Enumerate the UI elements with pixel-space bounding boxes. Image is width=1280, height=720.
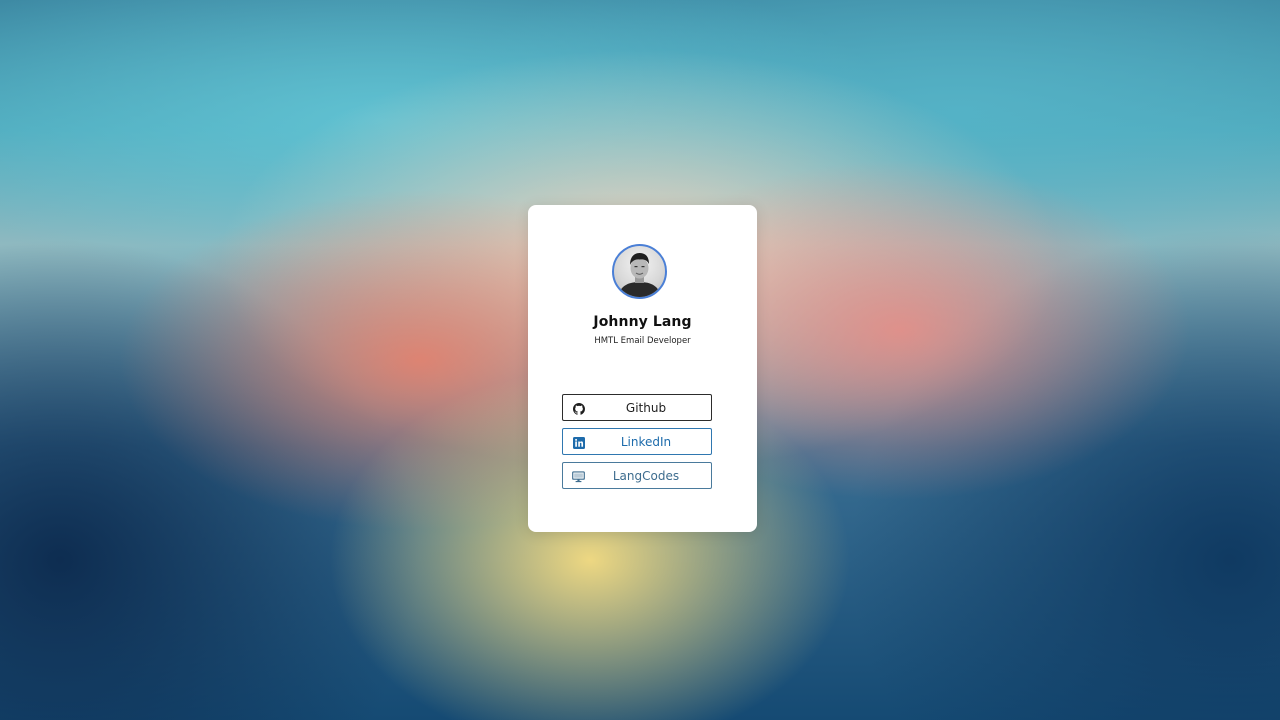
linkedin-label: LinkedIn — [620, 434, 672, 449]
profile-photo-icon — [618, 253, 661, 297]
profile-name: Johnny Lang — [593, 314, 692, 330]
profile-card: Johnny Lang HMTL Email Developer Github … — [528, 205, 757, 532]
github-button[interactable]: Github — [562, 394, 712, 421]
linkedin-icon — [572, 436, 585, 449]
monitor-icon — [572, 470, 585, 483]
profile-role: HMTL Email Developer — [594, 336, 691, 346]
linkedin-button[interactable]: LinkedIn — [562, 428, 712, 455]
avatar — [612, 244, 667, 299]
langcodes-label: LangCodes — [612, 468, 680, 483]
langcodes-button[interactable]: LangCodes — [562, 462, 712, 489]
github-icon — [572, 402, 585, 415]
github-label: Github — [625, 400, 667, 415]
